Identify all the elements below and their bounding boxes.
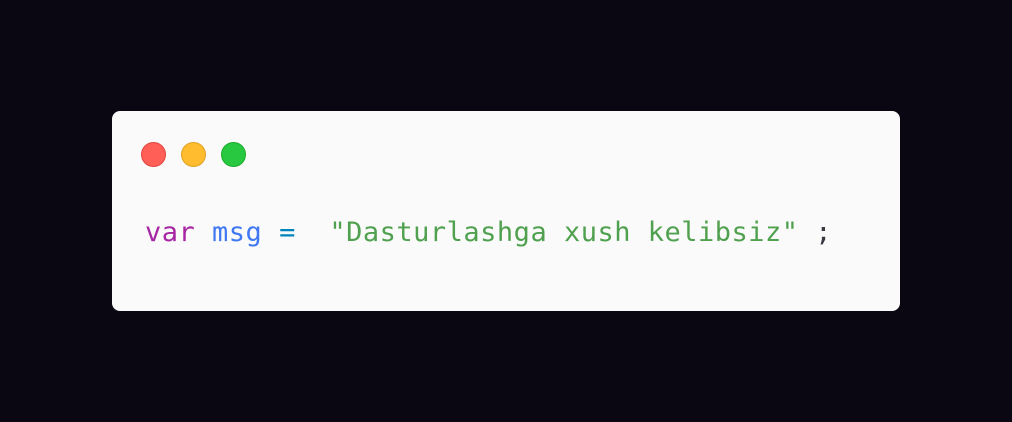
minimize-dot-icon[interactable] <box>181 142 206 167</box>
code-keyword: var <box>145 217 196 248</box>
code-identifier: msg <box>212 217 263 248</box>
code-line: var msg = "Dasturlashga xush kelibsiz" ; <box>145 215 832 251</box>
code-window: var msg = "Dasturlashga xush kelibsiz" ; <box>112 111 900 311</box>
close-dot-icon[interactable] <box>141 142 166 167</box>
code-operator: = <box>279 217 296 248</box>
window-controls <box>141 142 246 167</box>
code-terminator: ; <box>815 217 833 248</box>
zoom-dot-icon[interactable] <box>221 142 246 167</box>
code-string: "Dasturlashga xush kelibsiz" <box>329 217 799 248</box>
